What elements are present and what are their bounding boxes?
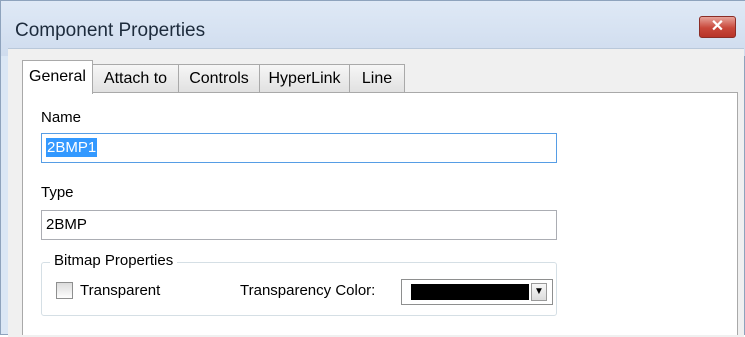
close-button[interactable]: ✕ bbox=[699, 16, 736, 38]
transparency-color-label: Transparency Color: bbox=[240, 282, 376, 299]
name-label: Name bbox=[41, 109, 82, 126]
color-swatch bbox=[411, 284, 529, 300]
name-value: 2BMP1 bbox=[46, 138, 98, 157]
transparency-color-select[interactable]: ▼ bbox=[401, 279, 553, 305]
tab-line[interactable]: Line bbox=[349, 64, 405, 92]
tab-attach-to[interactable]: Attach to bbox=[92, 64, 179, 92]
name-field[interactable]: 2BMP1 bbox=[41, 133, 557, 163]
type-label: Type bbox=[41, 184, 74, 201]
tab-controls[interactable]: Controls bbox=[178, 64, 260, 92]
close-icon: ✕ bbox=[710, 18, 725, 35]
transparent-label[interactable]: Transparent bbox=[80, 282, 160, 299]
transparent-checkbox[interactable] bbox=[56, 282, 73, 299]
chevron-down-icon[interactable]: ▼ bbox=[531, 283, 547, 301]
type-field[interactable]: 2BMP bbox=[41, 210, 557, 240]
type-value: 2BMP bbox=[46, 216, 87, 233]
tab-general[interactable]: General bbox=[22, 60, 93, 94]
bitmap-properties-title: Bitmap Properties bbox=[50, 252, 178, 269]
tab-hyperlink[interactable]: HyperLink bbox=[259, 64, 350, 92]
window-title: Component Properties bbox=[15, 20, 206, 41]
